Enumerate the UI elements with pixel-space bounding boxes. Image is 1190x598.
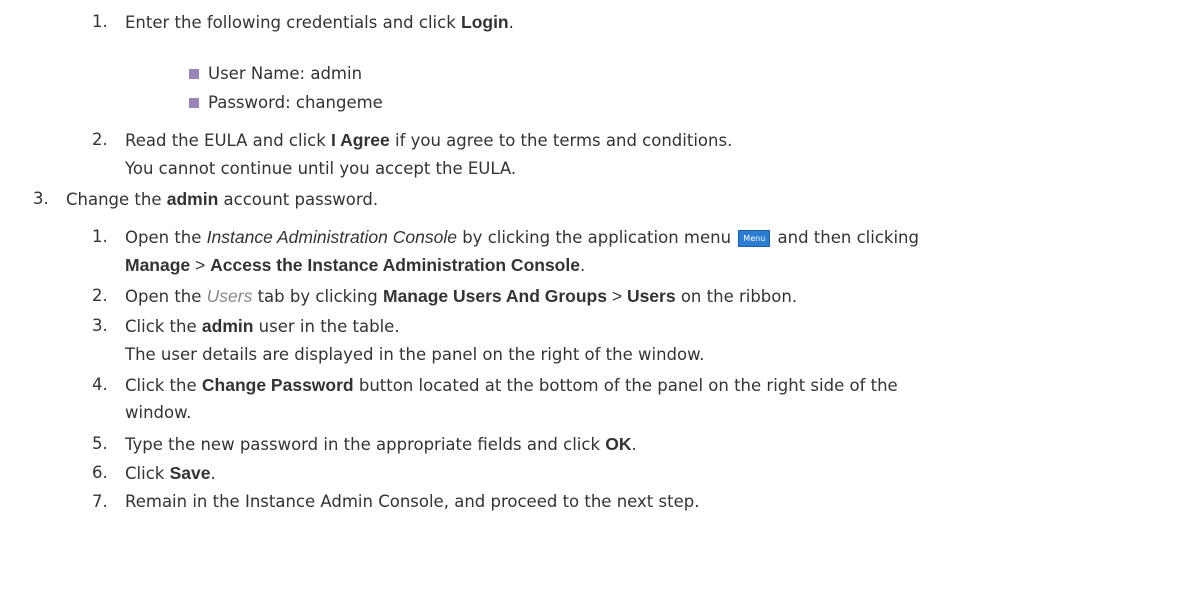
bullet-marker	[189, 69, 199, 79]
step-number: 6.	[92, 463, 108, 482]
ok-label: OK	[605, 434, 632, 454]
step-text: Click Save.	[125, 463, 216, 483]
step-number: 5.	[92, 434, 108, 453]
step-text: Click the Change Password button located…	[125, 375, 898, 395]
console-name: Instance Administration Console	[206, 227, 457, 247]
step-text: Enter the following credentials and clic…	[125, 12, 514, 32]
step-text-continued: Manage > Access the Instance Administrat…	[125, 255, 586, 275]
step-number: 2.	[92, 130, 108, 149]
manage-users-groups-label: Manage Users And Groups	[383, 286, 607, 306]
step-note: You cannot continue until you accept the…	[125, 159, 517, 178]
save-label: Save	[169, 463, 211, 483]
step-number: 4.	[92, 375, 108, 394]
step-number: 1.	[92, 12, 108, 31]
step-text: Open the Users tab by clicking Manage Us…	[125, 286, 798, 306]
login-label: Login	[461, 12, 509, 32]
step-text: Remain in the Instance Admin Console, an…	[125, 492, 700, 511]
manage-label: Manage	[125, 255, 191, 275]
change-password-label: Change Password	[201, 375, 354, 395]
application-menu-button[interactable]: Menu	[738, 230, 771, 247]
step-text: Change the admin account password.	[66, 189, 379, 209]
step-text: Type the new password in the appropriate…	[125, 434, 637, 454]
step-number: 3.	[92, 316, 108, 335]
step-text: Open the Instance Administration Console…	[125, 227, 919, 247]
i-agree-label: I Agree	[331, 130, 390, 150]
step-number: 3.	[33, 189, 49, 208]
credential-password: Password: changeme	[208, 93, 383, 112]
step-number: 1.	[92, 227, 108, 246]
users-label: Users	[626, 286, 676, 306]
admin-user-label: admin	[201, 316, 254, 336]
step-text-continued: window.	[125, 403, 192, 422]
access-console-label: Access the Instance Administration Conso…	[210, 255, 580, 275]
step-text: Read the EULA and click I Agree if you a…	[125, 130, 733, 150]
step-number: 2.	[92, 286, 108, 305]
bullet-marker	[189, 98, 199, 108]
users-tab-name: Users	[206, 286, 253, 306]
step-note: The user details are displayed in the pa…	[125, 345, 705, 364]
step-number: 7.	[92, 492, 108, 511]
admin-label: admin	[166, 189, 219, 209]
credential-username: User Name: admin	[208, 64, 363, 83]
step-text: Click the admin user in the table.	[125, 316, 400, 336]
